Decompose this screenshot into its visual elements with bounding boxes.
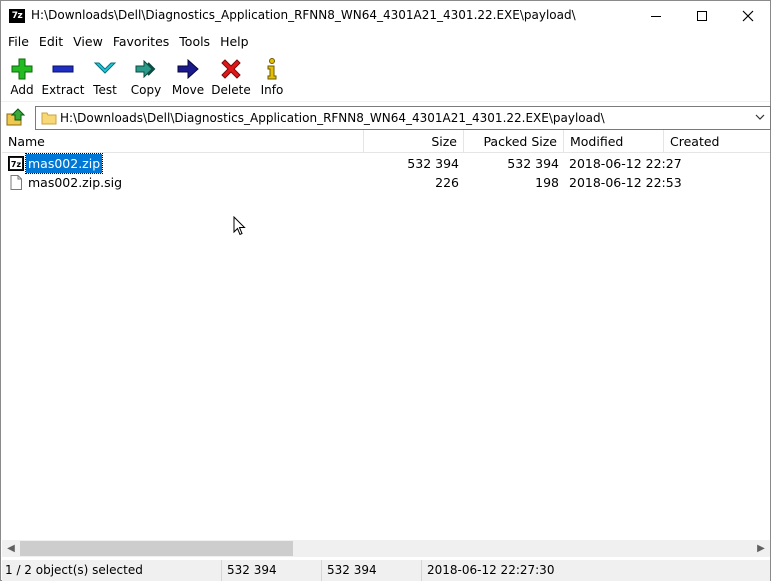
column-modified[interactable]: Modified: [564, 130, 664, 153]
info-button[interactable]: Info: [253, 54, 291, 100]
file-size: 226: [435, 175, 459, 190]
title-bar[interactable]: 7z H:\Downloads\Dell\Diagnostics_Applica…: [1, 1, 770, 31]
minimize-button[interactable]: [633, 1, 679, 31]
table-row[interactable]: 7z mas002.zip 532 394 532 394 2018-06-12…: [2, 153, 770, 174]
chevron-down-icon[interactable]: [754, 111, 766, 123]
minimize-icon: [651, 15, 661, 17]
menu-bar: File Edit View Favorites Tools Help: [1, 32, 770, 52]
maximize-button[interactable]: [679, 1, 725, 31]
column-header: Name Size Packed Size Modified Created: [2, 130, 770, 153]
scrollbar-thumb[interactable]: [20, 541, 293, 556]
status-bar: 1 / 2 object(s) selected 532 394 532 394…: [2, 560, 770, 581]
info-label: Info: [260, 83, 284, 97]
file-size: 532 394: [407, 156, 459, 171]
minus-icon: [52, 65, 74, 73]
address-row: H:\Downloads\Dell\Diagnostics_Applicatio…: [1, 104, 771, 130]
menu-edit[interactable]: Edit: [34, 32, 68, 52]
folder-up-icon[interactable]: [6, 107, 26, 127]
menu-view[interactable]: View: [68, 32, 108, 52]
scroll-right-icon[interactable]: ▶: [754, 540, 768, 557]
double-arrow-icon: [135, 59, 156, 79]
file-packed-size: 198: [535, 175, 559, 190]
x-icon: [221, 59, 241, 79]
app-window: 7z H:\Downloads\Dell\Diagnostics_Applica…: [0, 0, 771, 581]
copy-label: Copy: [130, 83, 162, 97]
menu-help[interactable]: Help: [215, 32, 254, 52]
scroll-left-icon[interactable]: ◀: [4, 540, 18, 557]
mouse-cursor-icon: [233, 216, 246, 236]
address-path: H:\Downloads\Dell\Diagnostics_Applicatio…: [60, 111, 605, 125]
horizontal-scrollbar[interactable]: ◀ ▶: [2, 540, 770, 557]
column-packed-size[interactable]: Packed Size: [464, 130, 564, 153]
arrow-right-icon: [177, 58, 199, 80]
column-name[interactable]: Name: [2, 130, 364, 153]
info-icon: [267, 58, 277, 80]
status-size: 532 394: [222, 560, 322, 581]
maximize-icon: [697, 11, 707, 21]
window-title: H:\Downloads\Dell\Diagnostics_Applicatio…: [31, 8, 576, 22]
column-created[interactable]: Created: [664, 130, 770, 153]
file-icon: [10, 175, 22, 190]
menu-file[interactable]: File: [3, 32, 34, 52]
file-name[interactable]: mas002.zip: [24, 153, 104, 174]
move-button[interactable]: Move: [167, 54, 209, 100]
status-packed: 532 394: [322, 560, 422, 581]
toolbar: Add Extract Test Copy Move Delete Info: [1, 54, 770, 102]
status-selection: 1 / 2 object(s) selected: [2, 560, 222, 581]
copy-button[interactable]: Copy: [125, 54, 167, 100]
menu-favorites[interactable]: Favorites: [108, 32, 174, 52]
extract-button[interactable]: Extract: [41, 54, 85, 100]
file-packed-size: 532 394: [507, 156, 559, 171]
column-size[interactable]: Size: [364, 130, 464, 153]
close-button[interactable]: [725, 1, 771, 31]
extract-label: Extract: [41, 83, 85, 97]
add-button[interactable]: Add: [3, 54, 41, 100]
move-label: Move: [171, 83, 205, 97]
svg-text:7z: 7z: [11, 160, 22, 169]
file-modified: 2018-06-12 22:27: [569, 156, 682, 171]
7zip-app-icon[interactable]: 7z: [9, 9, 25, 23]
folder-icon: [41, 112, 57, 125]
menu-tools[interactable]: Tools: [174, 32, 215, 52]
add-label: Add: [10, 83, 34, 97]
address-bar[interactable]: H:\Downloads\Dell\Diagnostics_Applicatio…: [35, 106, 771, 130]
check-arrow-icon: [93, 62, 117, 74]
delete-label: Delete: [211, 83, 251, 97]
close-icon: [742, 10, 754, 22]
file-modified: 2018-06-12 22:53: [569, 175, 682, 190]
test-label: Test: [93, 83, 117, 97]
test-button[interactable]: Test: [85, 54, 125, 100]
file-list[interactable]: Name Size Packed Size Modified Created 7…: [2, 130, 770, 540]
plus-icon: [11, 58, 33, 80]
table-row[interactable]: mas002.zip.sig 226 198 2018-06-12 22:53: [2, 173, 770, 192]
delete-button[interactable]: Delete: [209, 54, 253, 100]
status-modified: 2018-06-12 22:27:30: [427, 563, 555, 577]
file-name[interactable]: mas002.zip.sig: [26, 173, 124, 192]
7z-archive-icon: 7z: [8, 156, 24, 171]
